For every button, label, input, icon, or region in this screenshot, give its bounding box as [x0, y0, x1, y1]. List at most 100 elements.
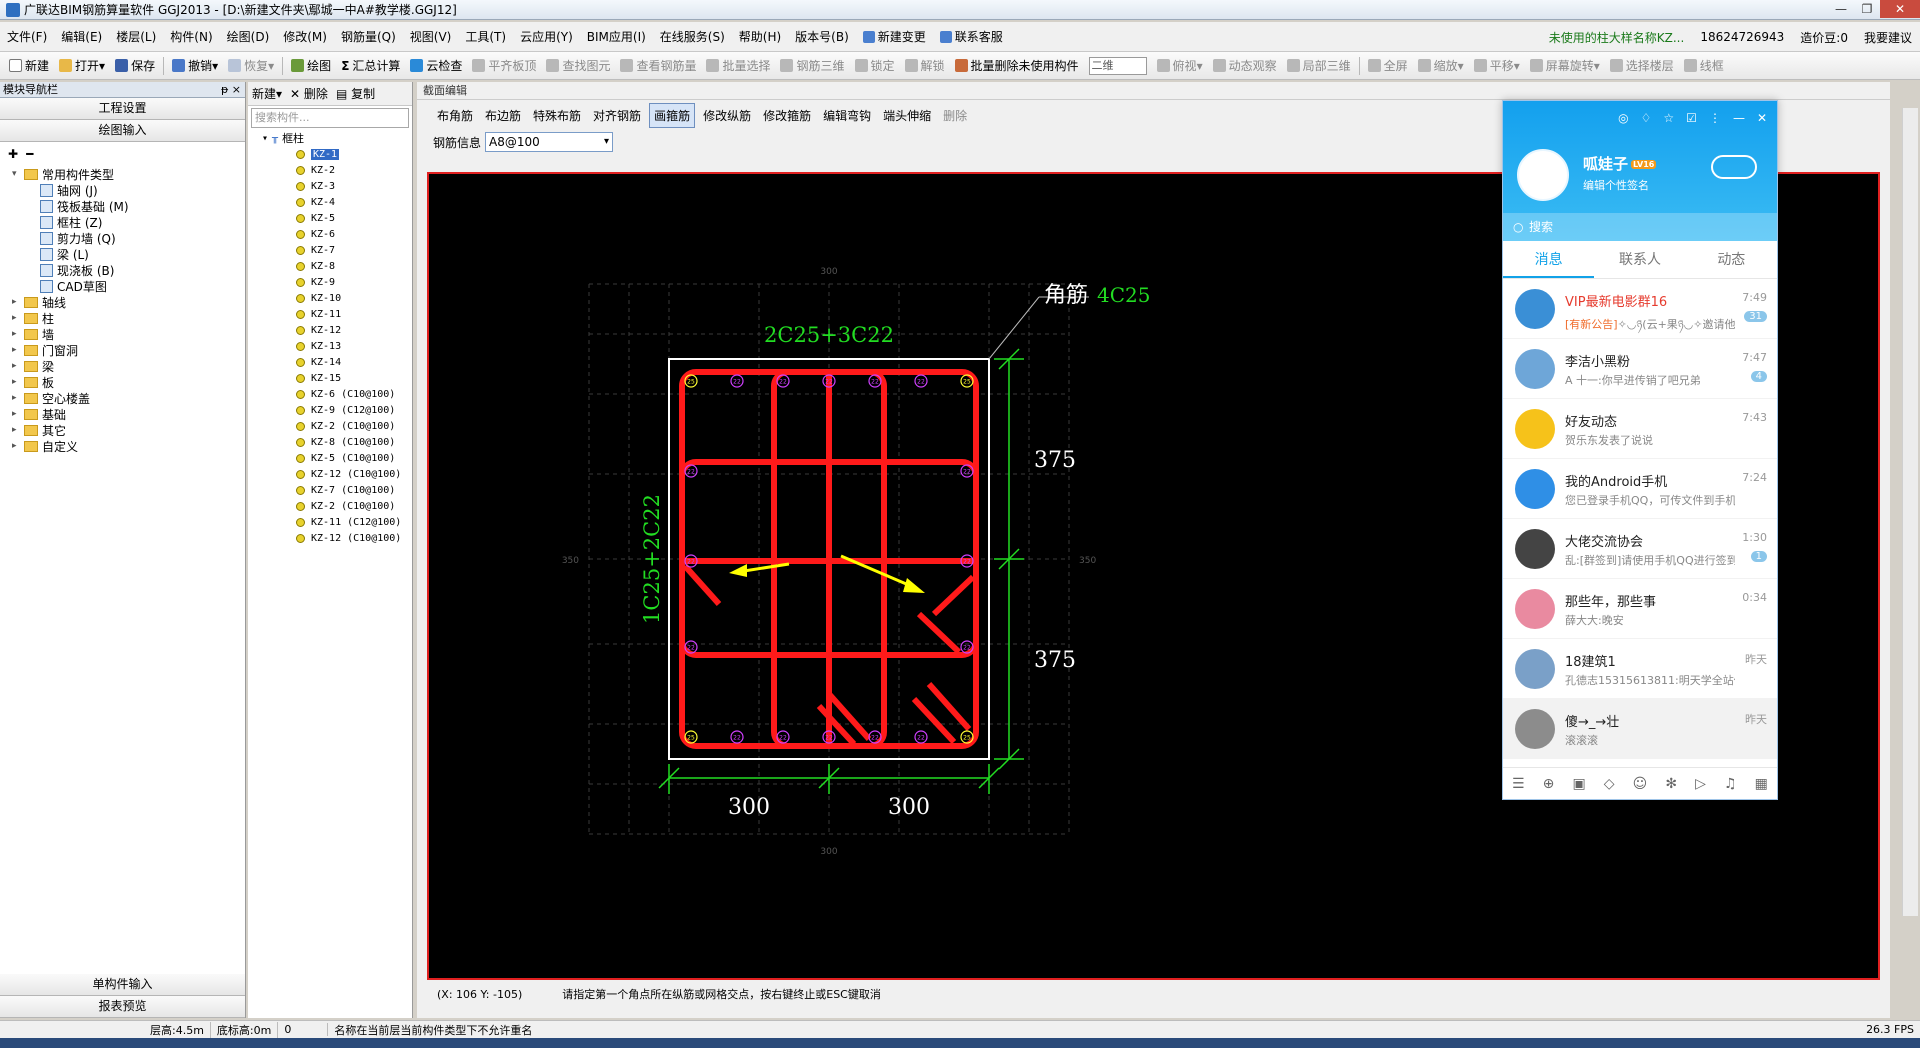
component-item[interactable]: KZ-15 — [262, 370, 412, 386]
qq-nickname[interactable]: 呱娃子 LV16 — [1583, 153, 1657, 174]
component-item[interactable]: KZ-9 — [262, 274, 412, 290]
user-phone[interactable]: 18624726943 — [1700, 30, 1784, 44]
tb-open[interactable]: 打开 ▾ — [54, 55, 110, 77]
expand-icon[interactable]: ▸ — [12, 361, 24, 371]
tb-zoom[interactable]: 缩放 ▾ — [1413, 55, 1469, 77]
expand-icon[interactable]: ▸ — [12, 377, 24, 387]
component-item[interactable]: KZ-4 — [262, 194, 412, 210]
menu-draw[interactable]: 绘图(D) — [220, 28, 277, 45]
expand-icon[interactable]: ▸ — [12, 313, 24, 323]
nav-tree-item[interactable]: ▸ 墙 — [12, 326, 245, 342]
component-item[interactable]: KZ-5 — [262, 210, 412, 226]
tb-batch-select[interactable]: 批量选择 — [701, 55, 775, 77]
component-item[interactable]: KZ-13 — [262, 338, 412, 354]
tb-local-3d[interactable]: 局部三维 — [1282, 55, 1356, 77]
editor-tab[interactable]: 布边筋 — [481, 104, 525, 127]
tb-view-rebar[interactable]: 查看钢筋量 — [615, 55, 701, 77]
expand-icon[interactable]: ▸ — [12, 393, 24, 403]
project-settings-button[interactable]: 工程设置 — [0, 98, 245, 120]
editor-tab[interactable]: 编辑弯钩 — [819, 104, 875, 127]
component-item[interactable]: KZ-8 (C10@100) — [262, 434, 412, 450]
tb-orbit[interactable]: 动态观察 — [1208, 55, 1282, 77]
component-item[interactable]: KZ-2 — [262, 162, 412, 178]
menu-help[interactable]: 帮助(H) — [732, 28, 788, 45]
minimize-icon[interactable]: — — [1828, 0, 1854, 18]
tb-2d[interactable]: 二维 — [1084, 55, 1152, 77]
menu-view[interactable]: 视图(V) — [403, 28, 459, 45]
menu-floor[interactable]: 楼层(L) — [109, 28, 163, 45]
qq-files-icon[interactable]: ▣ — [1572, 776, 1585, 792]
collapse-icon[interactable]: ▾ — [262, 133, 268, 144]
nav-tree-item[interactable]: ▸ 自定义 — [12, 438, 245, 454]
nav-tree-item[interactable]: 轴网 (J) — [12, 182, 245, 198]
menu-rebar[interactable]: 钢筋量(Q) — [334, 28, 403, 45]
nav-tree-item[interactable]: ▸ 空心楼盖 — [12, 390, 245, 406]
qq-tab[interactable]: 动态 — [1686, 241, 1777, 278]
component-search-input[interactable]: 搜索构件... — [251, 108, 409, 128]
qq-conversation[interactable]: 李洁小黑粉 A 十一:你早进传销了吧兄弟 7:47 4 — [1503, 339, 1777, 399]
tb-calc[interactable]: Σ 汇总计算 — [336, 55, 405, 77]
menu-contact[interactable]: 联系客服 — [933, 28, 1010, 45]
qq-conversation[interactable]: 大佬交流协会 乱:[群签到]请使用手机QQ进行签到 1:30 1 — [1503, 519, 1777, 579]
expand-icon[interactable]: ▸ — [12, 425, 24, 435]
component-item[interactable]: KZ-5 (C10@100) — [262, 450, 412, 466]
tb-draw[interactable]: 绘图 — [286, 55, 336, 77]
advice-link[interactable]: 我要建议 — [1864, 29, 1912, 46]
qq-apps-grid-icon[interactable]: ▦ — [1755, 776, 1768, 792]
qq-camera-icon[interactable]: ◎ — [1618, 111, 1628, 125]
component-item[interactable]: KZ-11 (C12@100) — [262, 514, 412, 530]
qq-avatar[interactable] — [1517, 149, 1569, 201]
qq-add-contact-icon[interactable]: ⊕ — [1543, 776, 1555, 792]
qq-conversation[interactable]: 傻→_→壮 滚滚滚 昨天 — [1503, 699, 1777, 759]
expand-icon[interactable]: ▸ — [12, 297, 24, 307]
qq-weather-icon[interactable] — [1711, 155, 1757, 179]
component-item[interactable]: KZ-3 — [262, 178, 412, 194]
tb-fullscreen[interactable]: 全屏 — [1363, 55, 1413, 77]
nav-tree-item[interactable]: 现浇板 (B) — [12, 262, 245, 278]
tb-rotate[interactable]: 屏幕旋转 ▾ — [1525, 55, 1605, 77]
tb-top-view[interactable]: 俯视 ▾ — [1152, 55, 1208, 77]
menu-bim[interactable]: BIM应用(I) — [580, 28, 653, 45]
menu-new-change[interactable]: 新建变更 — [856, 28, 933, 45]
menu-modify[interactable]: 修改(M) — [276, 28, 334, 45]
qq-signature[interactable]: 编辑个性签名 — [1583, 177, 1649, 193]
component-item[interactable]: KZ-10 — [262, 290, 412, 306]
component-item[interactable]: KZ-12 (C10@100) — [262, 530, 412, 546]
editor-tab[interactable]: 删除 — [939, 104, 971, 127]
tb-select-floor[interactable]: 选择楼层 — [1605, 55, 1679, 77]
tb-align-slab[interactable]: 平齐板顶 — [467, 55, 541, 77]
comp-copy-button[interactable]: ▤ 复制 — [336, 85, 375, 102]
qq-pet-icon[interactable]: ☺ — [1633, 776, 1648, 792]
editor-tab[interactable]: 对齐钢筋 — [589, 104, 645, 127]
qq-minimize-icon[interactable]: — — [1733, 111, 1745, 125]
nav-tree-item[interactable]: CAD草图 — [12, 278, 245, 294]
component-item[interactable]: KZ-2 (C10@100) — [262, 498, 412, 514]
editor-tab[interactable]: 画箍筋 — [649, 102, 696, 128]
nav-pin-close[interactable]: ᵽ × — [221, 82, 241, 97]
component-item[interactable]: KZ-6 (C10@100) — [262, 386, 412, 402]
comp-delete-button[interactable]: ✕ 删除 — [290, 85, 328, 102]
nav-tree-item[interactable]: ▸ 门窗洞 — [12, 342, 245, 358]
rebar-info-select[interactable]: A8@100 — [485, 132, 614, 152]
expand-icon[interactable]: ▸ — [12, 409, 24, 419]
qq-music-icon[interactable]: ♫ — [1724, 776, 1737, 792]
nav-tree-item[interactable]: 框柱 (Z) — [12, 214, 245, 230]
qq-conversation[interactable]: VIP最新电影群16 [有新公告]✧◡ཉ(云+果ཉ◡✧邀请他 7:49 31 — [1503, 279, 1777, 339]
component-item[interactable]: KZ-12 (C10@100) — [262, 466, 412, 482]
qq-conversation[interactable]: 那些年，那些事 薛大大:晚安 0:34 — [1503, 579, 1777, 639]
nav-tree-item[interactable]: ▾ 常用构件类型 — [12, 166, 245, 182]
component-item[interactable]: KZ-2 (C10@100) — [262, 418, 412, 434]
tb-batch-delete[interactable]: 批量删除未使用构件 — [950, 55, 1084, 77]
menu-tools[interactable]: 工具(T) — [458, 28, 513, 45]
comp-new-button[interactable]: 新建▾ — [252, 85, 282, 102]
editor-tab[interactable]: 布角筋 — [433, 104, 477, 127]
component-item[interactable]: KZ-7 (C10@100) — [262, 482, 412, 498]
nav-tree-item[interactable]: 剪力墙 (Q) — [12, 230, 245, 246]
expand-icon[interactable]: ▸ — [12, 441, 24, 451]
component-item[interactable]: KZ-11 — [262, 306, 412, 322]
nav-tree-item[interactable]: ▸ 基础 — [12, 406, 245, 422]
component-item[interactable]: KZ-8 — [262, 258, 412, 274]
menu-online[interactable]: 在线服务(S) — [653, 28, 732, 45]
qq-game-icon[interactable]: ◇ — [1604, 776, 1615, 792]
qq-conversation[interactable]: 好友动态 贺乐东发表了说说 7:43 — [1503, 399, 1777, 459]
